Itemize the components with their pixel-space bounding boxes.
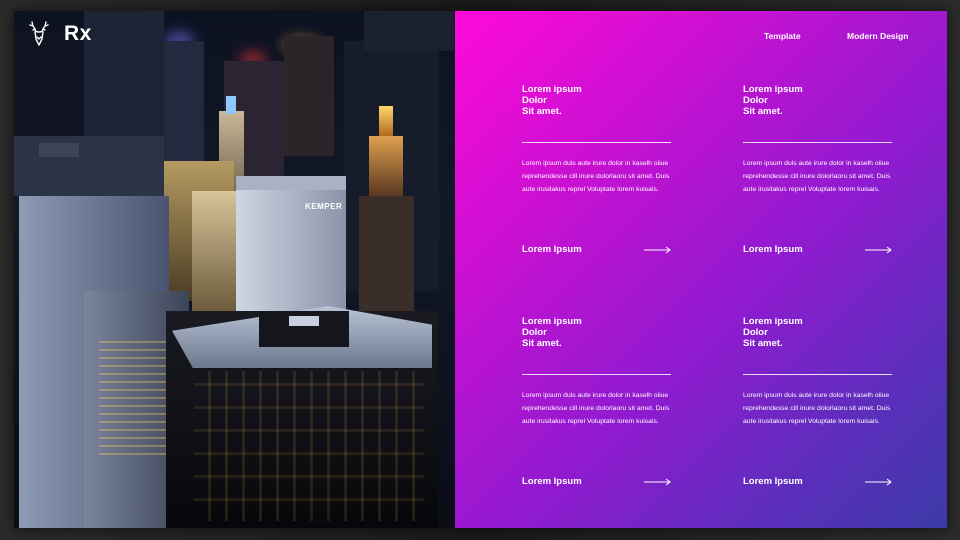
- card-divider: [743, 374, 892, 375]
- card-title-line1: Lorem ipsum: [522, 316, 582, 327]
- deer-head-icon: [29, 21, 49, 46]
- card-title-line2: Dolor: [522, 327, 547, 338]
- feature-card: Lorem ipsum Dolor Sit amet. Lorem ipsum …: [743, 316, 903, 487]
- arrow-right-icon: [644, 478, 671, 485]
- nav-template[interactable]: Template: [764, 31, 801, 41]
- rooftop-unit: [289, 316, 319, 326]
- arrow-right-icon: [865, 478, 892, 485]
- card-link-label: Lorem Ipsum: [743, 476, 803, 487]
- card-divider: [743, 142, 892, 143]
- card-title-line1: Lorem ipsum: [743, 316, 803, 327]
- card-divider: [522, 374, 671, 375]
- arrow-right-icon: [644, 246, 671, 253]
- brand-logo[interactable]: Rx: [24, 19, 92, 49]
- card-link[interactable]: Lorem Ipsum: [522, 476, 672, 487]
- kemper-roof: [236, 176, 346, 190]
- card-link-label: Lorem Ipsum: [522, 244, 582, 255]
- card-body: Lorem ipsum duis aute irure dolor in kas…: [522, 160, 670, 193]
- building: [192, 191, 242, 311]
- card-link-label: Lorem Ipsum: [522, 476, 582, 487]
- building: [364, 11, 454, 51]
- card-link[interactable]: Lorem Ipsum: [743, 476, 893, 487]
- feature-card: Lorem ipsum Dolor Sit amet. Lorem ipsum …: [522, 316, 682, 487]
- card-title-line2: Dolor: [522, 95, 547, 106]
- arrow-right-icon: [865, 246, 892, 253]
- card-title-line3: Sit amet.: [522, 338, 562, 349]
- feature-card: Lorem ipsum Dolor Sit amet. Lorem ipsum …: [743, 84, 903, 255]
- card-title-line3: Sit amet.: [522, 106, 562, 117]
- nav-modern-design[interactable]: Modern Design: [847, 31, 908, 41]
- slide: KEMPER Rx Template Modern Design Lorem i…: [14, 11, 947, 528]
- lit-windows: [99, 341, 169, 461]
- card-link-label: Lorem Ipsum: [743, 244, 803, 255]
- card-title-line1: Lorem ipsum: [743, 84, 803, 95]
- rooftop-unit: [39, 143, 79, 157]
- feature-card: Lorem ipsum Dolor Sit amet. Lorem ipsum …: [522, 84, 682, 255]
- foreground-windows: [194, 371, 424, 521]
- building: [14, 136, 164, 196]
- card-title-line2: Dolor: [743, 95, 768, 106]
- city-photo: KEMPER Rx: [14, 11, 455, 528]
- card-link[interactable]: Lorem Ipsum: [743, 244, 893, 255]
- card-link[interactable]: Lorem Ipsum: [522, 244, 672, 255]
- tower-spire: [379, 106, 393, 136]
- lit-tower: [369, 136, 403, 196]
- content-panel: Template Modern Design Lorem ipsum Dolor…: [455, 11, 947, 528]
- card-title-line2: Dolor: [743, 327, 768, 338]
- card-divider: [522, 142, 671, 143]
- card-body: Lorem ipsum duis aute irure dolor in kas…: [522, 392, 670, 425]
- tower-spire: [226, 96, 236, 114]
- card-body: Lorem ipsum duis aute irure dolor in kas…: [743, 160, 891, 193]
- card-title-line1: Lorem ipsum: [522, 84, 582, 95]
- card-title-line3: Sit amet.: [743, 338, 783, 349]
- card-title-line3: Sit amet.: [743, 106, 783, 117]
- building: [284, 36, 334, 156]
- card-body: Lorem ipsum duis aute irure dolor in kas…: [743, 392, 891, 425]
- brand-name: Rx: [64, 22, 92, 45]
- kemper-sign: KEMPER: [305, 202, 343, 211]
